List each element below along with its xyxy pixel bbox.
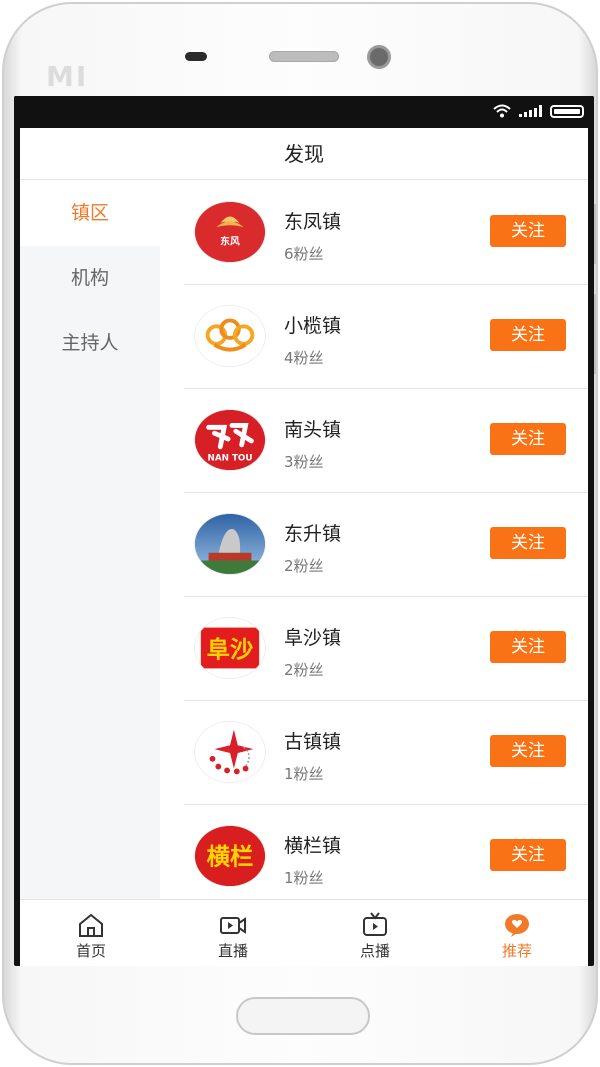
list-item[interactable]: NAN TOU 南头镇 3粉丝 关注 [184, 389, 588, 493]
app-content: 发现 镇区 机构 主持人 东风 东凤镇 6粉丝 关注 小榄镇 4粉丝 关注 NA… [20, 128, 588, 966]
follow-button[interactable]: 关注 [490, 527, 566, 559]
nantou-logo-icon: NAN TOU [194, 409, 266, 471]
page-title: 发现 [284, 142, 324, 166]
tab-recommend[interactable]: 推荐 [446, 900, 588, 966]
follow-button[interactable]: 关注 [490, 839, 566, 871]
tab-label: 首页 [75, 942, 106, 960]
logo-text: 横栏 [207, 843, 254, 871]
henglan-logo-icon: 横栏 [194, 825, 266, 887]
town-name: 横栏镇 [284, 835, 342, 857]
follow-button[interactable]: 关注 [490, 423, 566, 455]
category-sidebar: 镇区 机构 主持人 [20, 181, 160, 899]
tab-live[interactable]: 直播 [162, 900, 304, 966]
town-name: 东凤镇 [284, 211, 342, 233]
tab-home[interactable]: 首页 [20, 900, 162, 966]
list-item[interactable]: 东风 东凤镇 6粉丝 关注 [184, 181, 588, 285]
tv-play-icon [363, 912, 387, 936]
logo-text: NAN TOU [208, 453, 253, 463]
fusha-logo-icon: 阜沙 [194, 617, 266, 679]
proximity-sensor [185, 52, 207, 61]
fan-count: 3粉丝 [284, 453, 324, 471]
earpiece-speaker [269, 51, 339, 62]
dongfeng-logo-icon: 东风 [194, 201, 266, 263]
sidebar-item-hosts[interactable]: 主持人 [20, 311, 160, 376]
sidebar-item-towns[interactable]: 镇区 [20, 181, 160, 246]
list-item[interactable]: 阜沙 阜沙镇 2粉丝 关注 [184, 597, 588, 701]
list-item[interactable]: 小榄镇 4粉丝 关注 [184, 285, 588, 389]
tab-label: 直播 [217, 942, 248, 960]
fan-count: 1粉丝 [284, 869, 324, 887]
phone-screen: 发现 镇区 机构 主持人 东风 东凤镇 6粉丝 关注 小榄镇 4粉丝 关注 NA… [14, 96, 594, 966]
logo-text: 阜沙 [207, 636, 254, 664]
follow-button[interactable]: 关注 [490, 735, 566, 767]
town-name: 小榄镇 [284, 315, 342, 337]
town-name: 古镇镇 [284, 731, 342, 753]
list-item[interactable]: 古镇镇 1粉丝 关注 [184, 701, 588, 805]
nav-bar: 发现 [20, 128, 588, 180]
tab-label: 点播 [359, 942, 390, 960]
live-camera-icon [220, 917, 246, 934]
monument-photo-icon [194, 513, 266, 575]
battery-icon [550, 104, 584, 118]
list-item[interactable]: 横栏 横栏镇 1粉丝 关注 [184, 805, 588, 899]
fan-count: 2粉丝 [284, 557, 324, 575]
tab-vod[interactable]: 点播 [304, 900, 446, 966]
town-name: 南头镇 [284, 419, 342, 441]
fan-count: 2粉丝 [284, 661, 324, 679]
signal-icon [519, 105, 542, 117]
front-camera [367, 45, 391, 69]
bottom-tab-bar: 首页 直播 点播 推荐 [20, 899, 588, 966]
fan-count: 1粉丝 [284, 765, 324, 783]
town-name: 东升镇 [284, 523, 342, 545]
fan-count: 4粉丝 [284, 349, 324, 367]
follow-button[interactable]: 关注 [490, 319, 566, 351]
phone-brand-logo: MI [46, 60, 89, 93]
follow-button[interactable]: 关注 [490, 631, 566, 663]
sidebar-item-institutions[interactable]: 机构 [20, 246, 160, 311]
phone-frame: MI 发现 镇区 机构 主持人 东风 东凤镇 6粉丝 关注 小榄镇 4粉丝 关注… [2, 2, 598, 1065]
list-item[interactable]: 东升镇 2粉丝 关注 [184, 493, 588, 597]
logo-text: 东风 [220, 235, 240, 248]
home-icon [79, 913, 103, 937]
chrysanthemum-logo-icon [194, 305, 266, 367]
follow-button[interactable]: 关注 [490, 215, 566, 247]
wifi-icon [493, 104, 511, 118]
heart-bubble-icon [505, 914, 529, 937]
fan-count: 6粉丝 [284, 245, 324, 263]
town-list: 东风 东凤镇 6粉丝 关注 小榄镇 4粉丝 关注 NAN TOU 南头镇 3粉丝… [160, 181, 588, 899]
town-name: 阜沙镇 [284, 627, 342, 649]
tab-label: 推荐 [501, 942, 532, 960]
hardware-home-button[interactable] [236, 997, 370, 1035]
star-logo-icon [194, 721, 266, 783]
status-bar [14, 96, 594, 128]
